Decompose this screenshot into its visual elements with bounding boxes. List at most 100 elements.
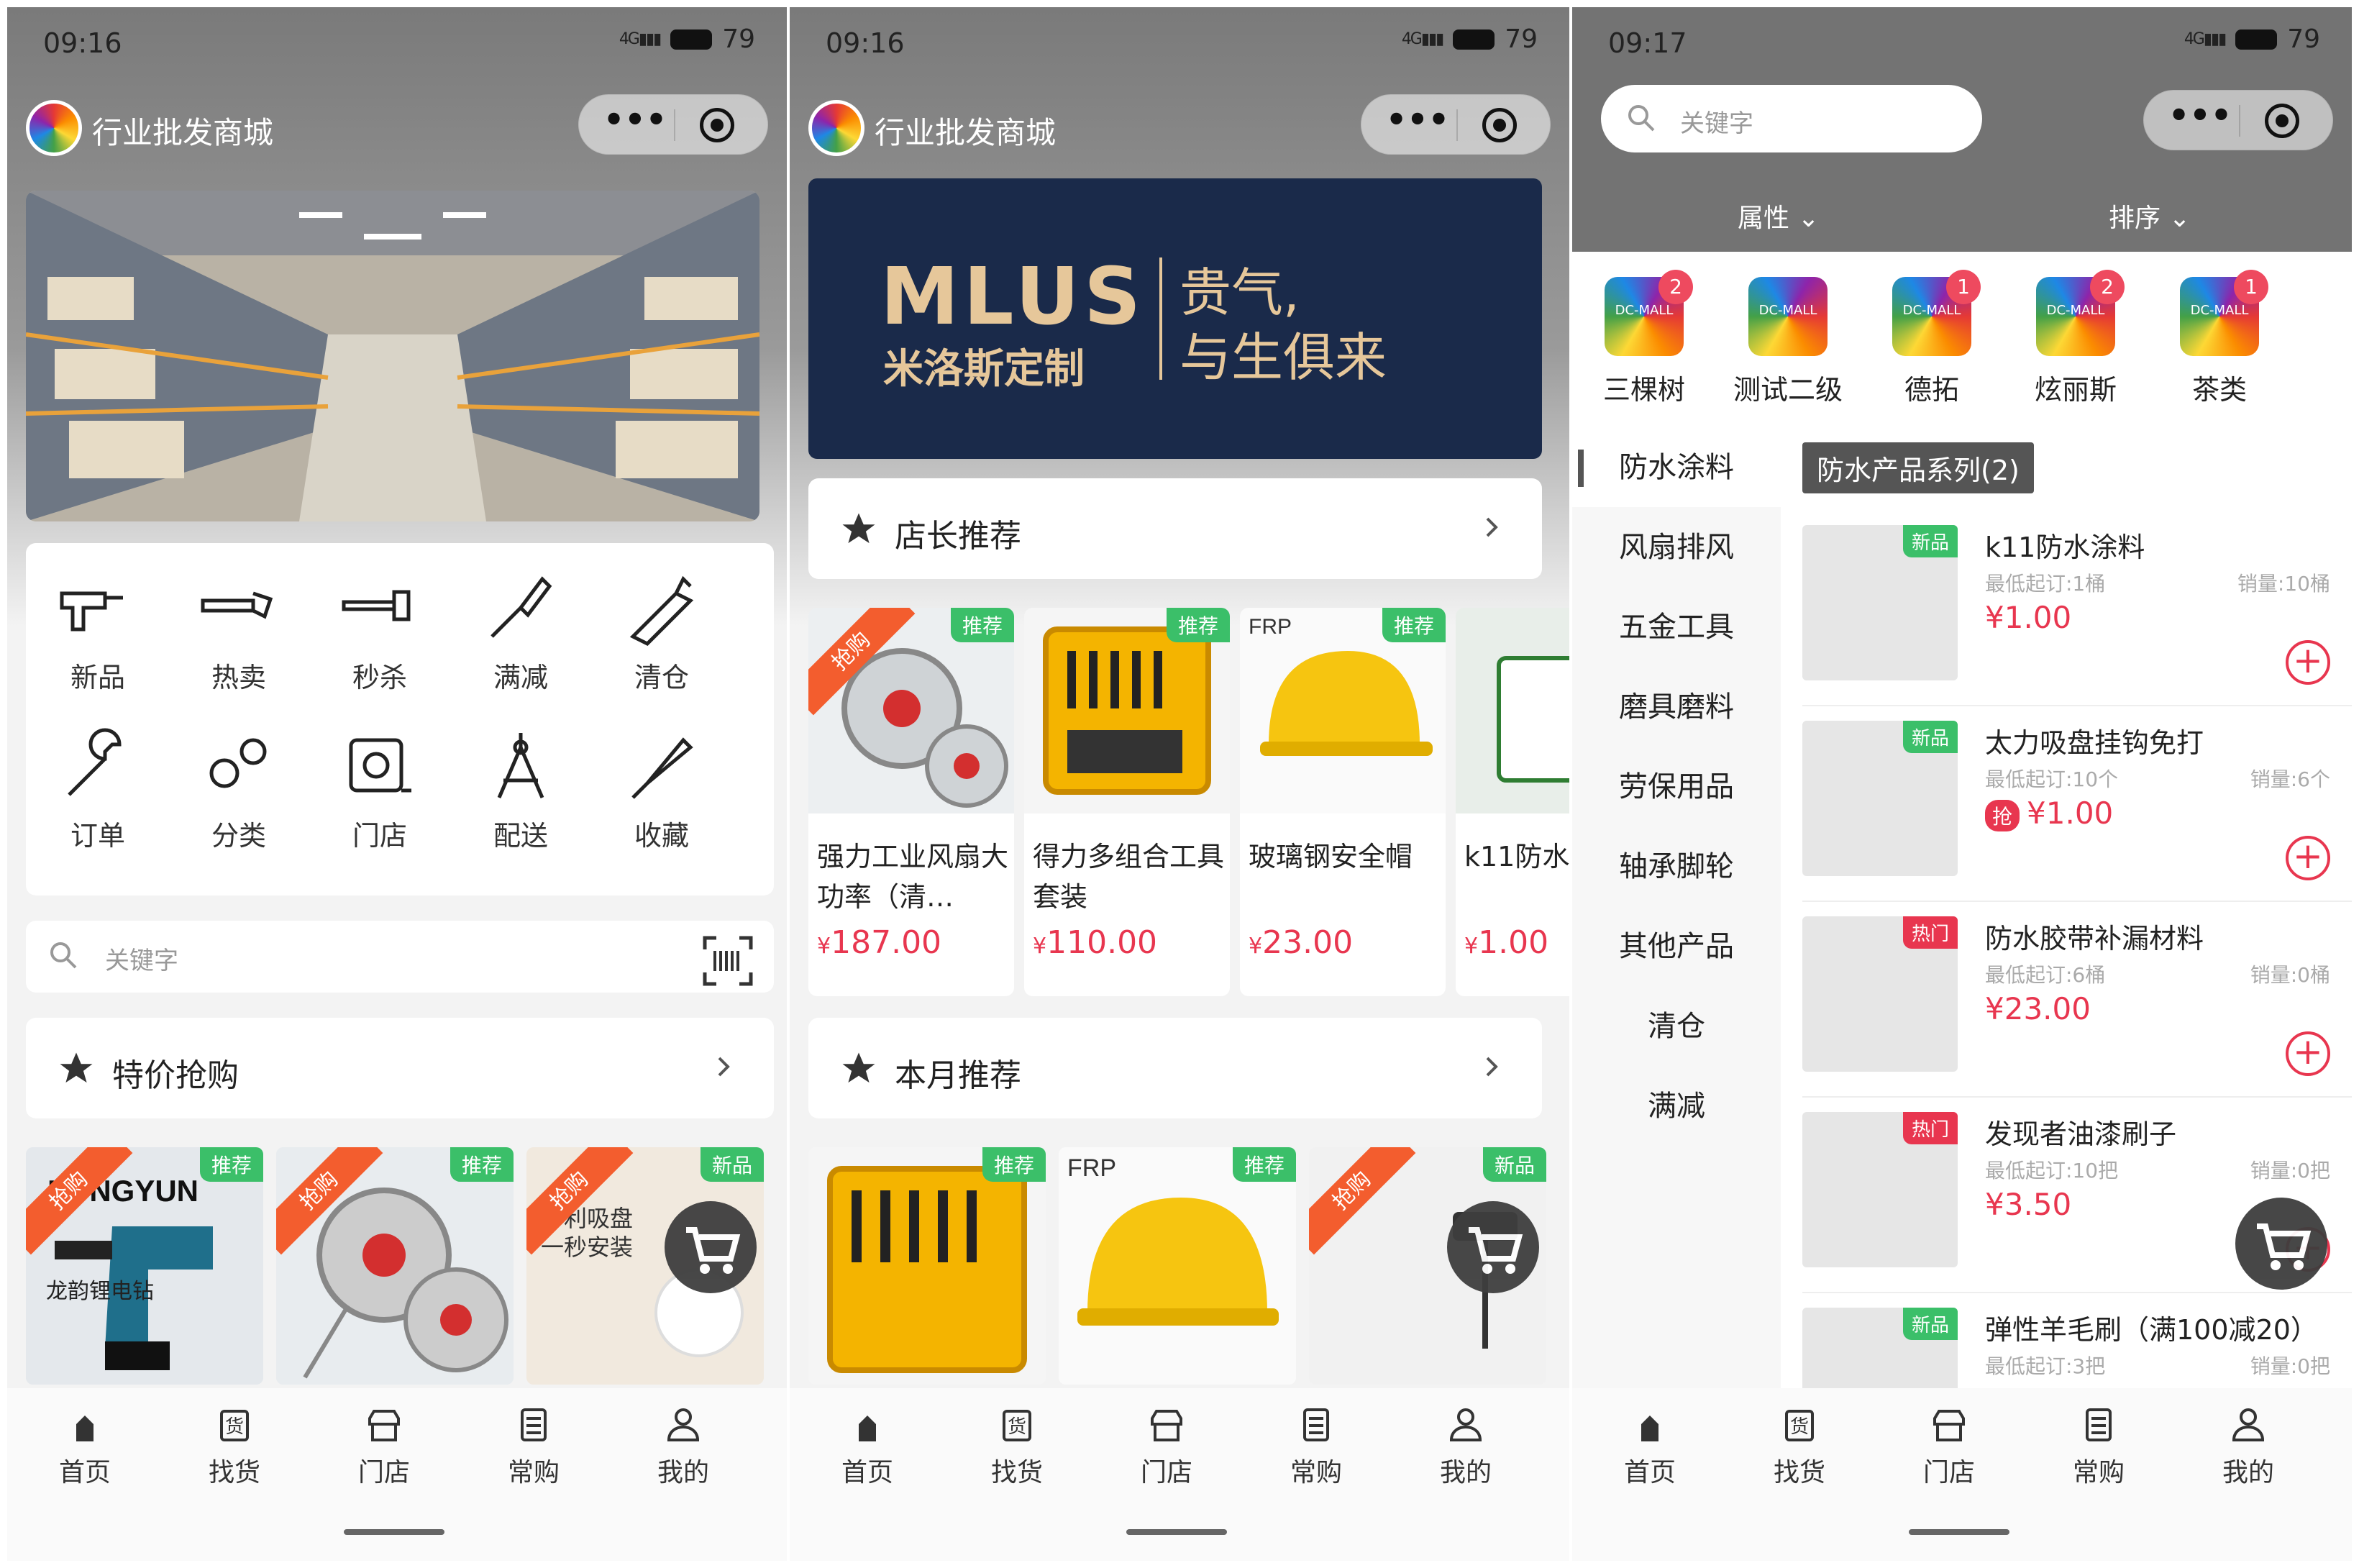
floating-cart-button[interactable] [2235, 1198, 2327, 1290]
store-icon [1151, 1410, 1182, 1441]
battery-level: 79 [1505, 24, 1538, 54]
tab-mine[interactable]: 我的 [2176, 1403, 2320, 1489]
close-target-icon[interactable] [700, 108, 734, 142]
add-to-cart-button[interactable]: + [2286, 640, 2330, 685]
price-value: 1.00 [2004, 600, 2072, 635]
product-row[interactable]: 热门 防水胶带补漏材料 最低起订:6桶 销量:0桶 ¥23.00 + [1802, 902, 2352, 1098]
svg-text:龙韵锂电钻: 龙韵锂电钻 [46, 1280, 154, 1303]
tab-store[interactable]: 门店 [1877, 1403, 2021, 1489]
brand-item[interactable]: 德拓 1 [1867, 270, 1997, 407]
deal-item[interactable]: 龙韵锂电钻 LONGYUN 抢购 推荐 [26, 1147, 263, 1385]
battery-icon [670, 29, 713, 50]
product-name: 玻璃钢安全帽 [1249, 841, 1413, 872]
product-row[interactable]: 新品 k11防水涂料 最低起订:1桶 销量:10桶 ¥1.00 + [1802, 511, 2352, 706]
currency-symbol: ¥ [1985, 991, 2004, 1026]
warehouse-banner[interactable] [26, 191, 759, 521]
brand-banner[interactable]: MLUS 米洛斯定制 贵气, 与生俱来 [808, 178, 1542, 459]
product-price: ¥187.00 [817, 924, 941, 961]
home-indicator [1909, 1529, 2009, 1535]
monthly-item[interactable]: FRP 推荐 [1059, 1147, 1296, 1385]
grid-item-hot[interactable]: 热卖 [181, 557, 296, 701]
grid-item-clearance[interactable]: 清仓 [604, 557, 719, 701]
tab-find-goods[interactable]: 货找货 [945, 1403, 1089, 1489]
grid-item-store[interactable]: 门店 [322, 716, 437, 860]
app-logo [26, 100, 82, 156]
more-icon[interactable]: ••• [1382, 103, 1454, 145]
category-item[interactable]: 五金工具 [1572, 588, 1781, 667]
floating-cart-button[interactable] [1447, 1201, 1539, 1293]
close-target-icon[interactable] [2265, 104, 2299, 138]
category-item[interactable]: 风扇排风 [1572, 508, 1781, 587]
category-item[interactable]: 防水涂料 [1572, 428, 1781, 507]
tag-badge: 新品 [700, 1147, 764, 1182]
product-row[interactable]: 新品 弹性羊毛刷（满100减20） 最低起订:3把 销量:0把 [1802, 1293, 2352, 1388]
scan-barcode-icon[interactable] [702, 935, 754, 987]
section-manager-picks-header[interactable]: 店长推荐 [808, 478, 1542, 579]
product-card[interactable]: FRP 推荐 玻璃钢安全帽 ¥23.00 [1240, 608, 1446, 996]
filter-attribute[interactable]: 属性 ⌄ [1738, 197, 1820, 234]
sales-count: 销量:0把 [2250, 1354, 2330, 1378]
app-title: 行业批发商城 [92, 115, 274, 150]
grid-item-new[interactable]: 新品 [40, 557, 155, 701]
tab-frequent[interactable]: 常购 [1244, 1403, 1388, 1489]
close-target-icon[interactable] [1482, 108, 1517, 142]
nav-bar: 行业批发商城 ••• [790, 90, 1569, 169]
grid-item-flash-sale[interactable]: 秒杀 [322, 557, 437, 701]
tab-home[interactable]: 首页 [13, 1403, 157, 1489]
grid-item-delivery[interactable]: 配送 [463, 716, 578, 860]
brand-logo [1748, 277, 1828, 356]
category-item[interactable]: 其他产品 [1572, 907, 1781, 986]
brand-item[interactable]: 茶类 1 [2155, 270, 2284, 407]
product-price: ¥23.00 [1985, 991, 2091, 1026]
grid-item-discount[interactable]: 满减 [463, 557, 578, 701]
chevron-down-icon: ⌄ [1797, 204, 1820, 233]
more-icon[interactable]: ••• [2164, 99, 2236, 141]
search-bar[interactable]: 关键字 [26, 921, 774, 993]
product-price: ¥3.50 [1985, 1187, 2071, 1222]
tab-frequent[interactable]: 常购 [2027, 1403, 2171, 1489]
tab-find-goods[interactable]: 货找货 [163, 1403, 306, 1489]
banner-brand: MLUS [880, 250, 1146, 342]
brand-item[interactable]: 炫丽斯 2 [2011, 270, 2140, 407]
brand-item[interactable]: 三棵树 2 [1579, 270, 1709, 407]
product-card[interactable]: 推荐 得力多组合工具套装 ¥110.00 [1024, 608, 1230, 996]
category-item[interactable]: 磨具磨料 [1572, 667, 1781, 747]
section-monthly-picks-header[interactable]: 本月推荐 [808, 1018, 1542, 1118]
deal-item[interactable]: 抢购 推荐 [276, 1147, 514, 1385]
more-icon[interactable]: ••• [599, 103, 671, 145]
tab-frequent[interactable]: 常购 [462, 1403, 606, 1489]
product-card[interactable]: k11防水 ¥1.00 [1456, 608, 1569, 996]
product-title: 防水胶带补漏材料 [1985, 923, 2204, 954]
section-flash-sale-header[interactable]: 特价抢购 [26, 1018, 774, 1118]
filter-sort[interactable]: 排序 ⌄ [2109, 197, 2191, 234]
product-row[interactable]: 新品 太力吸盘挂钩免打 最低起订:10个 销量:6个抢 ¥1.00 + [1802, 706, 2352, 902]
monthly-item[interactable]: 推荐 [808, 1147, 1046, 1385]
grid-item-orders[interactable]: 订单 [40, 716, 155, 860]
grid-item-favorites[interactable]: 收藏 [604, 716, 719, 860]
tab-label: 找货 [208, 1458, 260, 1487]
category-item[interactable]: 满减 [1572, 1067, 1781, 1146]
grid-item-category[interactable]: 分类 [181, 716, 296, 860]
tab-home[interactable]: 首页 [1578, 1403, 1722, 1489]
tab-find-goods[interactable]: 货找货 [1728, 1403, 1871, 1489]
category-item[interactable]: 清仓 [1572, 987, 1781, 1066]
floating-cart-button[interactable] [665, 1201, 757, 1293]
category-item[interactable]: 劳保用品 [1572, 747, 1781, 826]
tab-store[interactable]: 门店 [1095, 1403, 1238, 1489]
tab-home[interactable]: 首页 [795, 1403, 939, 1489]
star-icon [60, 1052, 93, 1083]
brand-item[interactable]: 测试二级 [1723, 277, 1853, 407]
brand-name: 测试二级 [1733, 374, 1843, 406]
search-input[interactable]: 关键字 [1601, 85, 1982, 152]
add-to-cart-button[interactable]: + [2286, 1031, 2330, 1076]
tab-mine[interactable]: 我的 [611, 1403, 755, 1489]
search-placeholder: 关键字 [105, 947, 178, 975]
product-card[interactable]: 抢购 推荐 强力工业风扇大功率（清… ¥187.00 [808, 608, 1014, 996]
new-icon [60, 591, 123, 632]
add-to-cart-button[interactable]: + [2286, 836, 2330, 880]
tab-store[interactable]: 门店 [312, 1403, 456, 1489]
category-item[interactable]: 轴承脚轮 [1572, 827, 1781, 906]
status-bar: 09:17 4G▮▮▮ 79 [1572, 7, 2352, 86]
tab-label: 常购 [2072, 1458, 2125, 1487]
tab-mine[interactable]: 我的 [1394, 1403, 1538, 1489]
